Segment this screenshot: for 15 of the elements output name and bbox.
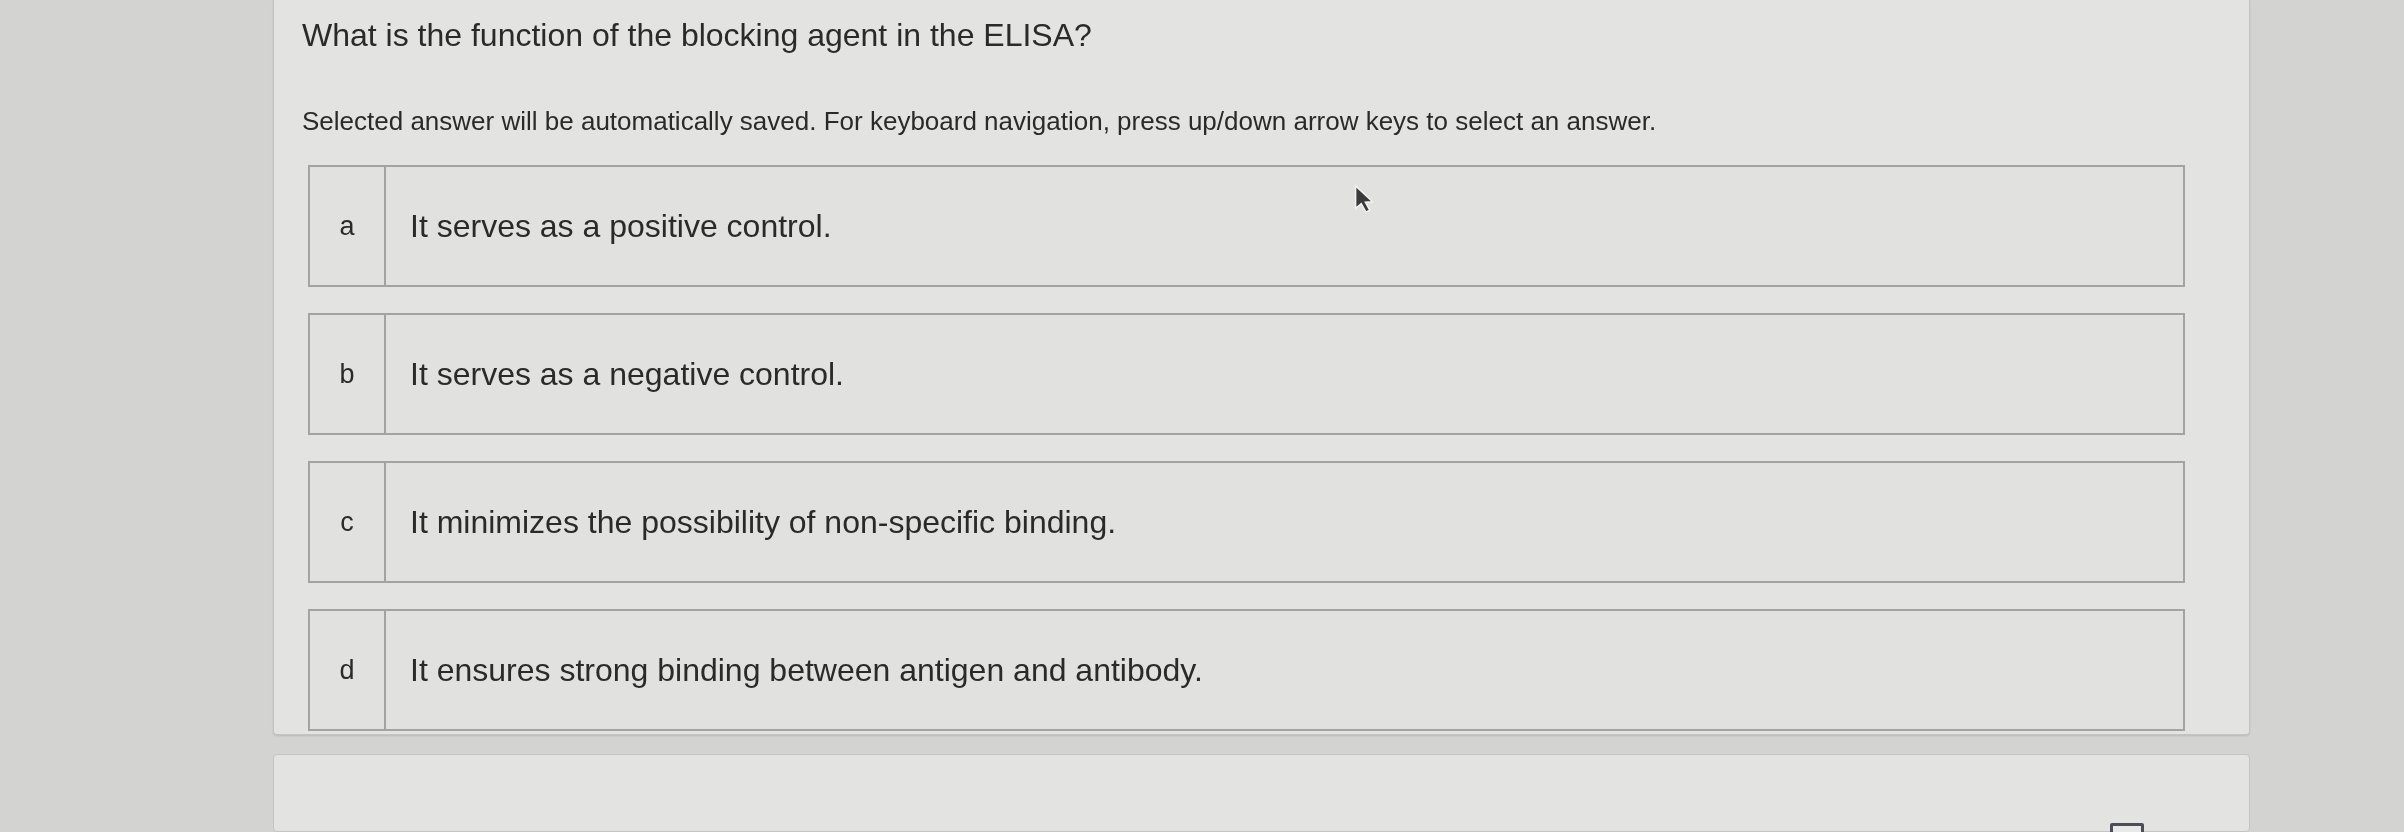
option-text: It ensures strong binding between antigen and antibody. xyxy=(410,651,1203,690)
answer-option[interactable]: d It ensures strong binding between antigen and antibody. xyxy=(308,609,2185,731)
question-text: What is the function of the blocking agent in the ELISA? xyxy=(302,17,1092,53)
answer-option[interactable]: b It serves as a negative control. xyxy=(308,313,2185,435)
option-text: It minimizes the possibility of non-specific binding. xyxy=(410,503,1117,542)
cursor-icon xyxy=(1353,184,1377,214)
answer-option[interactable]: c It minimizes the possibility of non-specific binding. xyxy=(308,461,2185,583)
option-letter: b xyxy=(339,357,355,391)
instructions-text: Selected answer will be automatically saved. For keyboard navigation, press up/down arrow keys to select an answer. xyxy=(302,106,1657,136)
answer-option[interactable]: a It serves as a positive control. xyxy=(308,165,2185,287)
option-letter: a xyxy=(339,209,355,243)
option-text: It serves as a positive control. xyxy=(410,207,832,246)
option-text: It serves as a negative control. xyxy=(410,355,844,394)
option-letter: c xyxy=(340,505,354,539)
option-letter: d xyxy=(339,653,355,687)
